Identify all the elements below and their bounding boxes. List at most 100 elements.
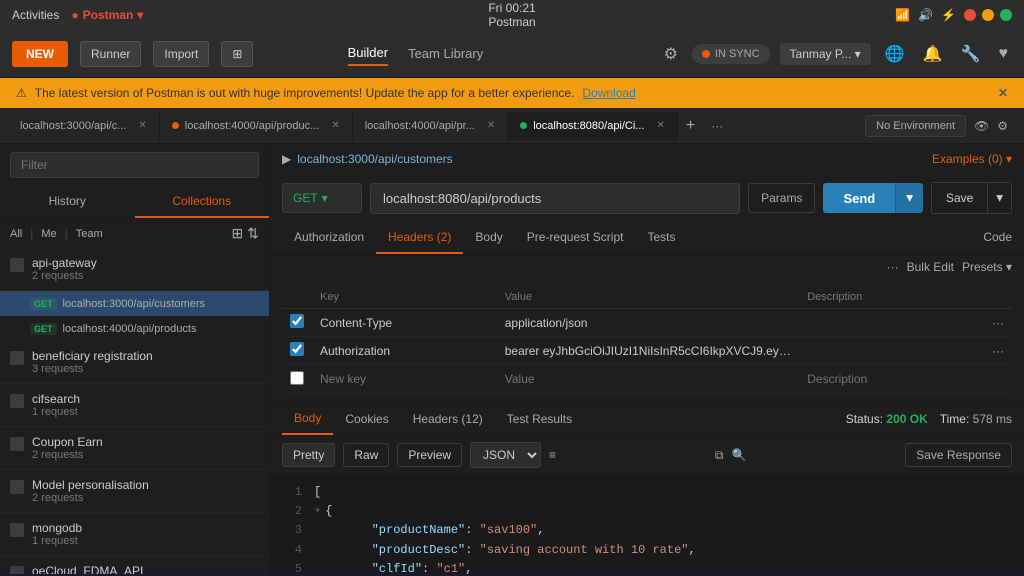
new-value-input[interactable] (505, 370, 792, 388)
row-1-value[interactable]: application/json (497, 309, 800, 337)
save-button[interactable]: Save (931, 182, 988, 214)
row-2-check[interactable] (282, 337, 312, 365)
filter-team[interactable]: Team (76, 228, 103, 240)
breadcrumb-link[interactable]: localhost:3000/api/customers (297, 152, 452, 166)
globe-icon[interactable]: 🌐 (881, 40, 909, 68)
env-view-icon[interactable]: 👁 (974, 119, 989, 133)
format-pretty-button[interactable]: Pretty (282, 443, 335, 467)
format-preview-button[interactable]: Preview (397, 443, 462, 467)
new-row-check[interactable] (282, 365, 312, 394)
search-response-icon[interactable]: 🔍 (731, 448, 746, 462)
send-dropdown-button[interactable]: ▾ (895, 183, 923, 213)
tab-1-close[interactable]: ✕ (331, 120, 339, 131)
collection-mongodb[interactable]: mongodb 1 request (0, 513, 269, 556)
activities-label[interactable]: Activities (12, 8, 59, 22)
req-tab-authorization[interactable]: Authorization (282, 222, 376, 254)
request-products[interactable]: GET localhost:4000/api/products (0, 316, 269, 341)
format-type-select[interactable]: JSON XML HTML (470, 442, 541, 468)
collection-oecloud[interactable]: oeCloud_FDMA_API 19 requests (0, 556, 269, 574)
folder-icon-2 (10, 351, 24, 365)
tab-team-library[interactable]: Team Library (408, 42, 483, 65)
req-tab-headers[interactable]: Headers (2) (376, 222, 463, 254)
os-time: Fri 00:21 (488, 1, 535, 15)
search-input[interactable] (10, 152, 259, 178)
new-button[interactable]: NEW (12, 41, 68, 67)
row-2-value[interactable]: bearer eyJhbGciOiJIUzI1NiIsInR5cCI6IkpXV… (497, 337, 800, 365)
more-tabs-button[interactable]: ··· (703, 115, 731, 137)
req-tab-body[interactable]: Body (463, 222, 514, 254)
new-folder-icon[interactable]: ⊞ (232, 225, 244, 242)
row-2-actions[interactable]: ··· (984, 337, 1012, 365)
user-badge[interactable]: Tanmay P... ▾ (780, 43, 871, 65)
request-customers[interactable]: GET localhost:3000/api/customers (0, 291, 269, 316)
filter-all[interactable]: All (10, 228, 22, 240)
method-select[interactable]: GET ▾ (282, 183, 362, 213)
collection-model[interactable]: Model personalisation 2 requests (0, 470, 269, 513)
resp-tab-headers[interactable]: Headers (12) (401, 404, 495, 434)
row-2-desc[interactable] (799, 337, 984, 365)
row-1-key[interactable]: Content-Type (312, 309, 497, 337)
examples-link[interactable]: Examples (0) ▾ (932, 152, 1012, 166)
sort-icon[interactable]: ⇅ (247, 225, 259, 242)
add-tab-button[interactable]: + (678, 113, 703, 139)
resp-tab-test-results[interactable]: Test Results (495, 404, 584, 434)
collection-coupon-earn[interactable]: Coupon Earn 2 requests (0, 427, 269, 470)
row-2-key[interactable]: Authorization (312, 337, 497, 365)
toggle-sidebar-button[interactable]: ⊞ (221, 41, 253, 67)
save-dropdown-button[interactable]: ▾ (988, 182, 1012, 214)
filter-me[interactable]: Me (41, 228, 56, 240)
copy-response-icon[interactable]: ⧉ (715, 448, 724, 463)
win-close-btn[interactable] (964, 9, 976, 21)
tab-builder[interactable]: Builder (348, 41, 388, 66)
headers-toolbar: ··· Bulk Edit Presets ▾ (270, 256, 1024, 278)
collection-api-gateway[interactable]: api-gateway 2 requests (0, 248, 269, 291)
bell-icon[interactable]: 🔔 (919, 40, 947, 68)
more-options-icon[interactable]: ··· (887, 260, 899, 274)
heart-icon[interactable]: ♥ (994, 41, 1012, 67)
tools-icon[interactable]: 🔧 (957, 40, 985, 68)
env-settings-icon[interactable]: ⚙ (997, 119, 1008, 133)
tab-collections[interactable]: Collections (135, 186, 270, 218)
resp-tab-body[interactable]: Body (282, 403, 333, 435)
tab-2[interactable]: localhost:4000/api/pr... ✕ (353, 112, 508, 140)
req-tab-tests[interactable]: Tests (635, 222, 687, 254)
presets-button[interactable]: Presets ▾ (962, 260, 1012, 274)
settings-icon[interactable]: ⚙ (660, 40, 682, 68)
new-row-desc[interactable] (799, 365, 984, 394)
tab-history[interactable]: History (0, 186, 135, 218)
collection-cifsearch[interactable]: cifsearch 1 request (0, 384, 269, 427)
send-button[interactable]: Send (823, 183, 895, 213)
new-key-input[interactable] (320, 370, 489, 388)
tab-1[interactable]: localhost:4000/api/produc... ✕ (160, 112, 353, 140)
params-button[interactable]: Params (748, 183, 815, 213)
tab-3-close[interactable]: ✕ (657, 120, 665, 131)
code-link[interactable]: Code (983, 222, 1012, 254)
tab-2-close[interactable]: ✕ (487, 120, 495, 131)
win-max-btn[interactable] (1000, 9, 1012, 21)
format-raw-button[interactable]: Raw (343, 443, 389, 467)
new-desc-input[interactable] (807, 370, 976, 388)
tab-0[interactable]: localhost:3000/api/c... ✕ (8, 112, 160, 140)
import-button[interactable]: Import (153, 41, 209, 67)
new-row-key[interactable] (312, 365, 497, 394)
bulk-edit-button[interactable]: Bulk Edit (907, 260, 954, 274)
req-tab-prerequest[interactable]: Pre-request Script (515, 222, 636, 254)
url-input[interactable] (370, 183, 740, 214)
new-row-value[interactable] (497, 365, 800, 394)
banner-close-button[interactable]: ✕ (998, 86, 1008, 100)
save-response-button[interactable]: Save Response (905, 443, 1012, 467)
filter-response-icon[interactable]: ≡ (549, 448, 556, 462)
win-min-btn[interactable] (982, 9, 994, 21)
col-key: Key (312, 286, 497, 309)
env-selector[interactable]: No Environment (865, 115, 966, 137)
row-1-desc[interactable] (799, 309, 984, 337)
row-1-actions[interactable]: ··· (984, 309, 1012, 337)
collection-beneficiary[interactable]: beneficiary registration 3 requests (0, 341, 269, 384)
tab-3[interactable]: localhost:8080/api/Ci... ✕ (508, 112, 678, 140)
tab-0-close[interactable]: ✕ (138, 120, 146, 131)
row-1-check[interactable] (282, 309, 312, 337)
resp-tab-cookies[interactable]: Cookies (333, 404, 400, 434)
download-link[interactable]: Download (582, 86, 635, 100)
dropdown-icon[interactable]: ▾ (137, 8, 143, 22)
runner-button[interactable]: Runner (80, 41, 141, 67)
